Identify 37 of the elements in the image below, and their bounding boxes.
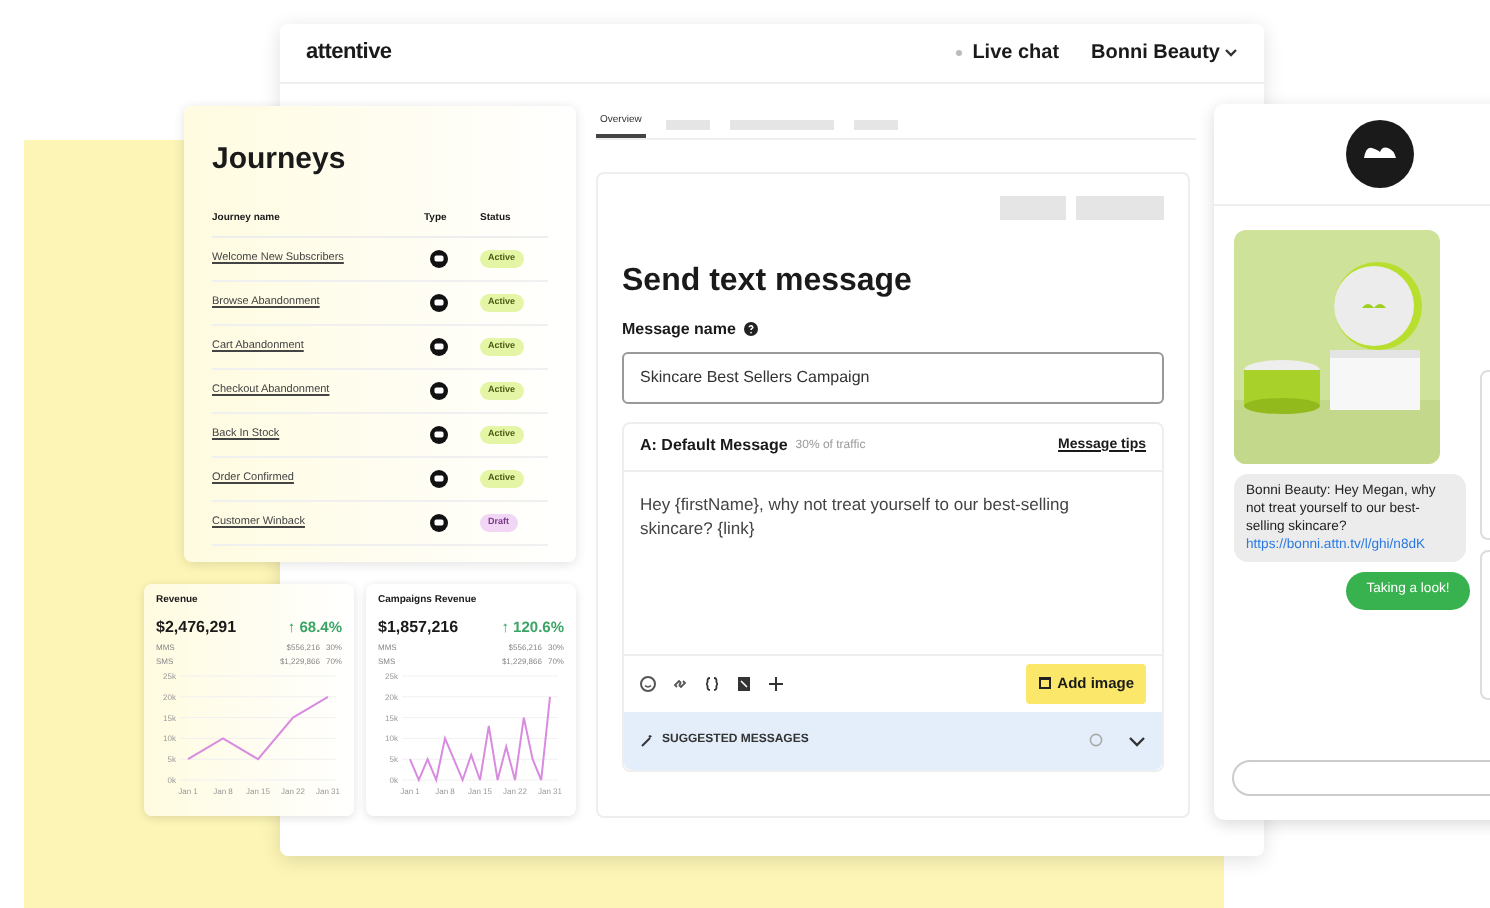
chat-icon	[430, 514, 448, 532]
metric-total: $2,476,291	[156, 615, 237, 639]
plus-icon[interactable]	[768, 675, 784, 691]
message-name-field[interactable]: Skincare Best Sellers Campaign	[622, 351, 1164, 403]
journeys-title: Journeys	[212, 140, 348, 180]
chat-icon	[430, 338, 448, 356]
help-icon	[743, 322, 758, 336]
metric-total: $1,857,216	[378, 615, 459, 639]
braces-icon[interactable]	[704, 675, 720, 691]
chart-line	[187, 694, 329, 760]
live-chat-link[interactable]: Live chat	[972, 38, 1060, 68]
chat-icon	[430, 470, 448, 488]
field-label: Message name	[622, 317, 736, 341]
placeholder-bar	[729, 119, 834, 129]
message-input-field[interactable]	[1232, 760, 1490, 796]
logo: attentive	[306, 38, 392, 69]
chat-icon	[430, 294, 448, 312]
variant-title: A: Default Message	[640, 434, 788, 458]
link-icon[interactable]	[672, 675, 688, 691]
chat-icon	[430, 250, 448, 268]
caret-icon	[1224, 48, 1238, 58]
placeholder-bar	[1000, 195, 1066, 219]
placeholder-bar	[1076, 195, 1164, 219]
emoji-icon[interactable]	[640, 675, 656, 691]
composer-title: Send text message	[622, 261, 914, 301]
image-icon	[1037, 676, 1052, 690]
brand-avatar-icon	[1346, 120, 1414, 188]
document-icon[interactable]	[736, 675, 752, 691]
placeholder-bar	[665, 119, 710, 129]
chat-icon	[430, 382, 448, 400]
chevron-icon[interactable]	[1128, 733, 1146, 747]
placeholder-bar	[853, 119, 898, 129]
chart-line	[409, 694, 551, 783]
magic-wand-icon	[640, 733, 654, 747]
chat-icon	[430, 426, 448, 444]
account-menu[interactable]: Bonni Beauty	[1091, 38, 1238, 68]
message-body[interactable]: Hey {firstName}, why not treat yourself to our best-selling skincare? {link}	[624, 471, 1162, 653]
